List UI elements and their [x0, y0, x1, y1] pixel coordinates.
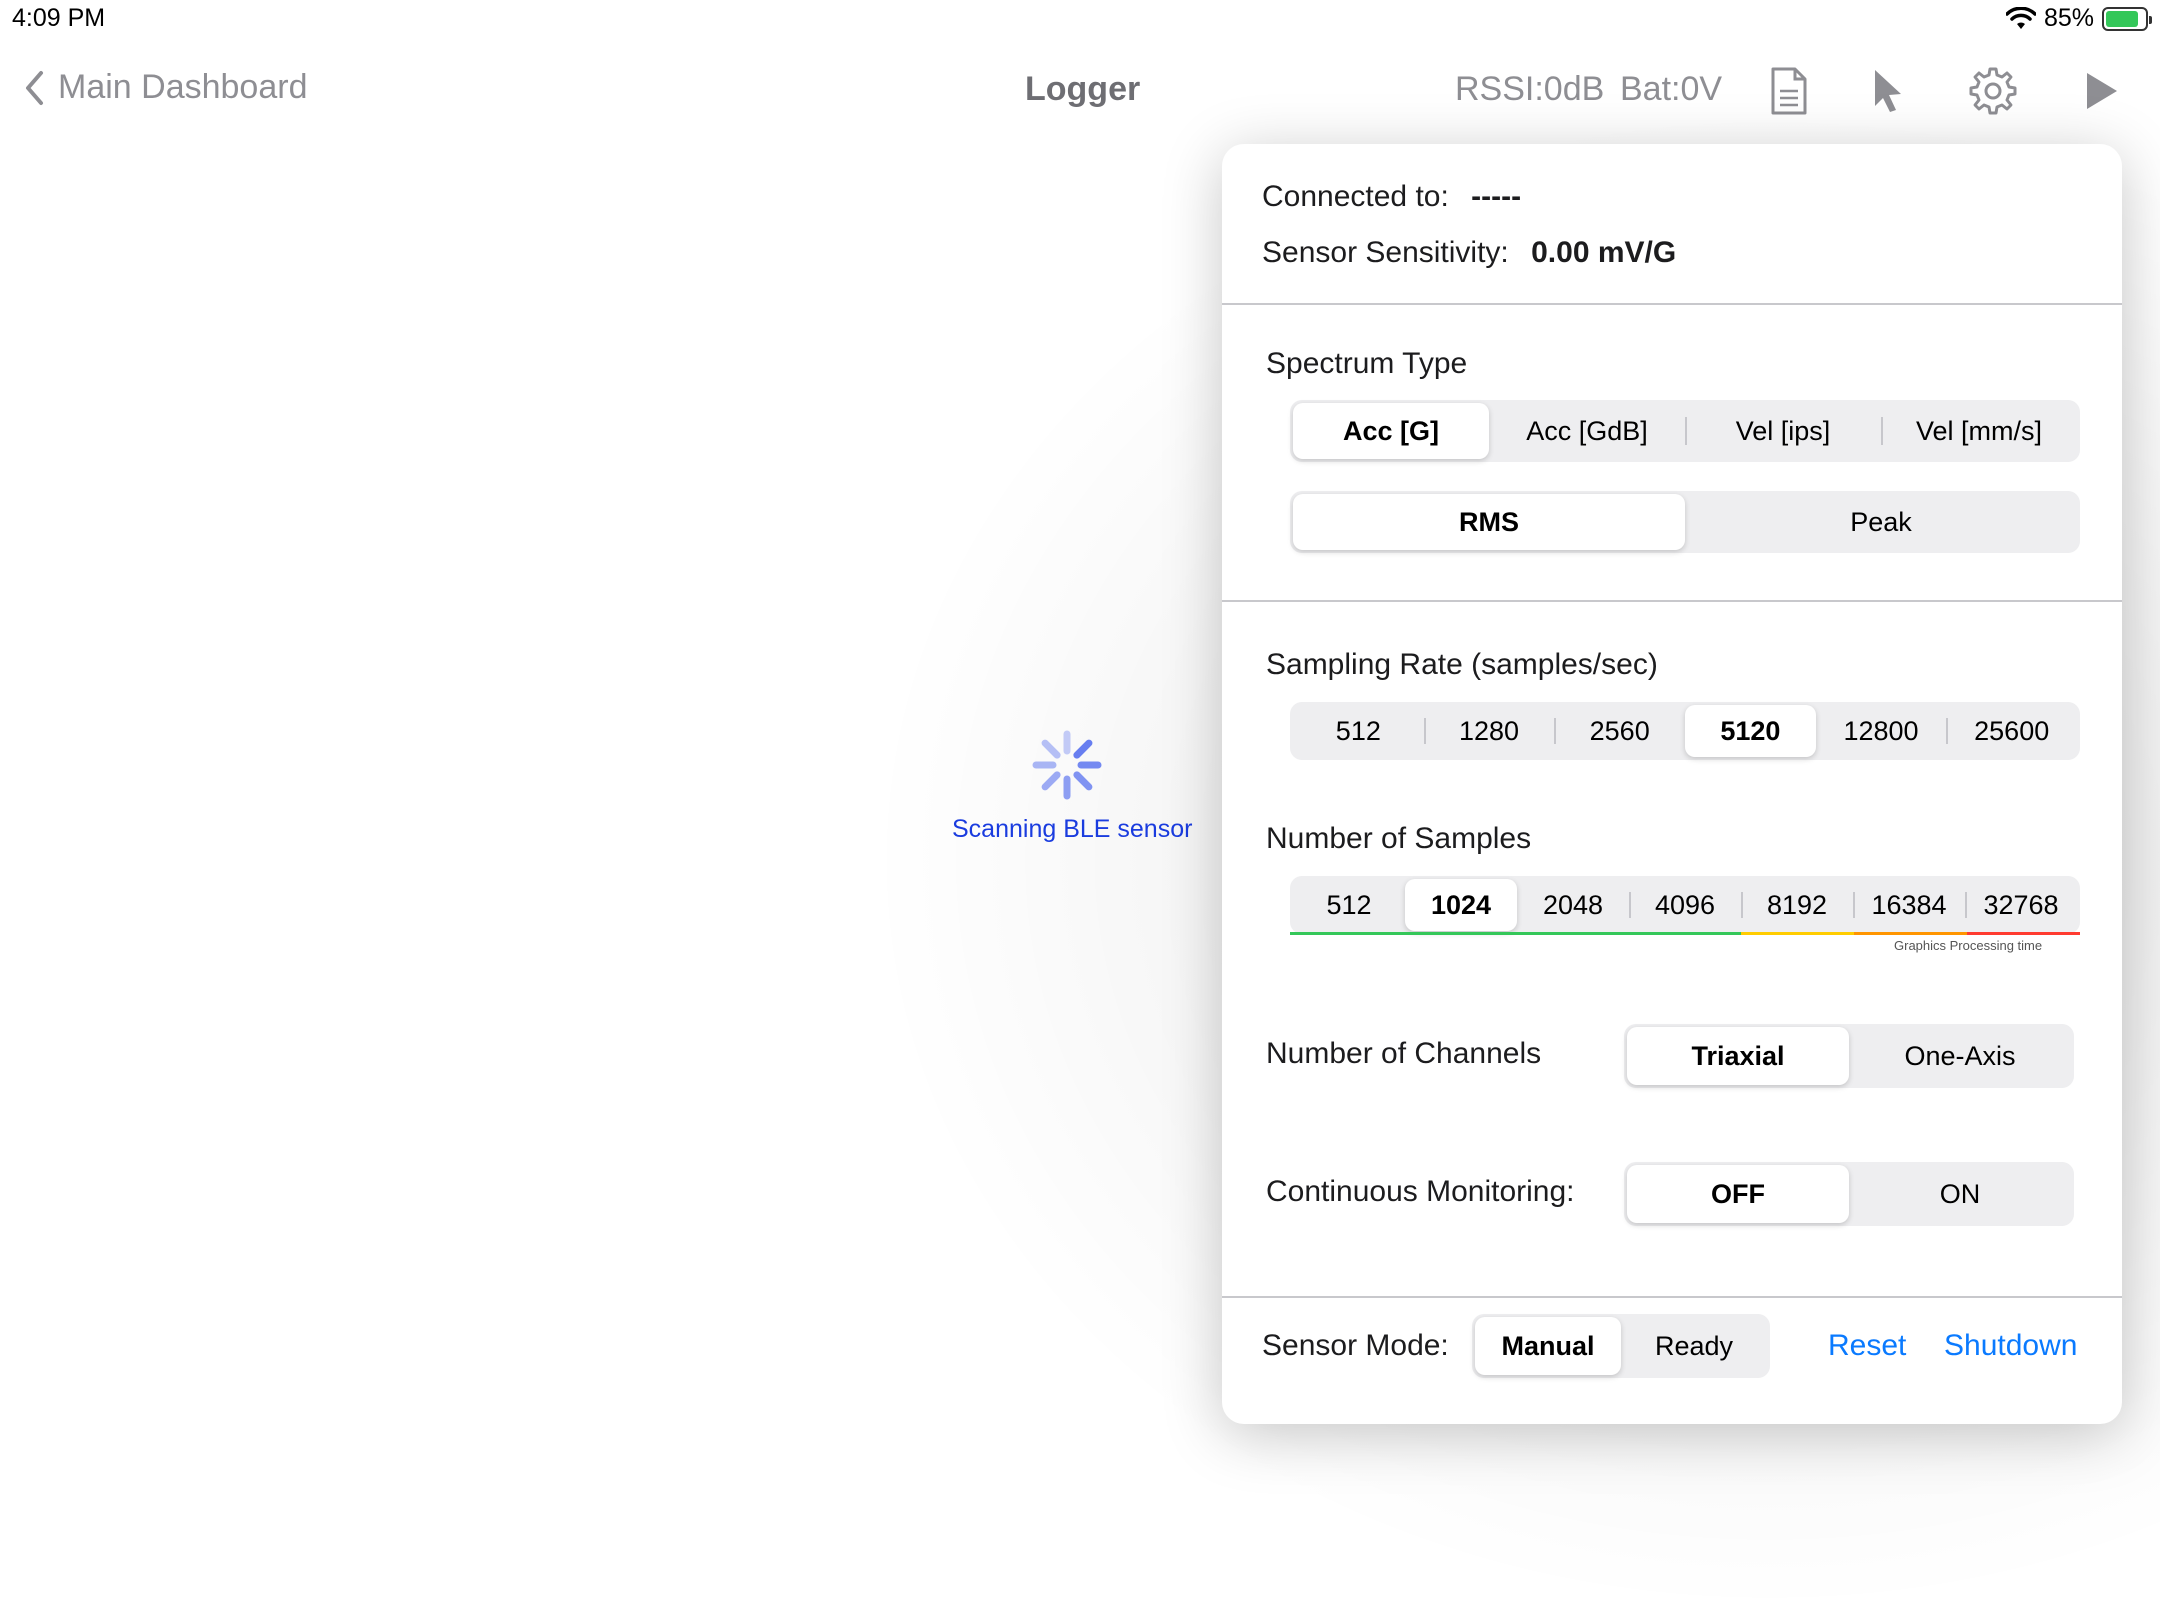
- reset-button[interactable]: Reset: [1828, 1329, 1906, 1363]
- connected-label: Connected to:: [1262, 180, 1449, 213]
- spectrum-type-option[interactable]: Acc [G]: [1293, 403, 1489, 459]
- amplitude-mode-option[interactable]: Peak: [1685, 494, 2077, 550]
- processing-time-segment: [1290, 932, 1742, 935]
- monitoring-option[interactable]: OFF: [1627, 1165, 1849, 1223]
- status-time: 4:09 PM: [12, 4, 106, 32]
- popover-arrow: [1970, 118, 2022, 146]
- samples-option[interactable]: 2048: [1517, 879, 1629, 931]
- spectrum-type-option[interactable]: Acc [GdB]: [1489, 403, 1685, 459]
- sampling-rate-control: 512 1280 2560 5120 12800 25600: [1290, 702, 2080, 760]
- sampling-rate-option[interactable]: 5120: [1685, 705, 1816, 757]
- number-of-samples-control: 512 1024 2048 4096 8192 16384 32768: [1290, 876, 2080, 934]
- spectrum-type-label: Spectrum Type: [1266, 347, 1468, 380]
- shutdown-button[interactable]: Shutdown: [1944, 1329, 2077, 1363]
- sensitivity-row: Sensor Sensitivity: 0.00 mV/G: [1262, 236, 1676, 270]
- continuous-monitoring-control: OFF ON: [1624, 1162, 2074, 1226]
- channels-control: Triaxial One-Axis: [1624, 1024, 2074, 1088]
- channels-label: Number of Channels: [1266, 1037, 1542, 1070]
- divider: [1222, 1296, 2122, 1298]
- samples-option[interactable]: 8192: [1741, 879, 1853, 931]
- divider: [1222, 600, 2122, 602]
- sensor-mode-label: Sensor Mode:: [1262, 1329, 1449, 1362]
- continuous-monitoring-label: Continuous Monitoring:: [1266, 1175, 1575, 1208]
- amplitude-mode-option[interactable]: RMS: [1293, 494, 1685, 550]
- processing-time-segment: [1854, 932, 1968, 935]
- sensitivity-value: 0.00 mV/G: [1531, 236, 1677, 269]
- settings-popover: Connected to: ----- Sensor Sensitivity: …: [1222, 144, 2122, 1424]
- monitoring-option[interactable]: ON: [1849, 1165, 2071, 1223]
- loading-spinner-icon: [1032, 730, 1102, 800]
- battery-icon: [2102, 6, 2152, 31]
- spectrum-type-option[interactable]: Vel [mm/s]: [1881, 403, 2077, 459]
- samples-option[interactable]: 4096: [1629, 879, 1741, 931]
- status-indicators: 85%: [2005, 4, 2152, 33]
- sensor-mode-option[interactable]: Ready: [1621, 1317, 1767, 1375]
- battery-percent: 85%: [2043, 4, 2094, 32]
- amplitude-mode-control: RMS Peak: [1290, 491, 2080, 553]
- chevron-left-icon: [26, 70, 43, 105]
- scan-status-label: Scanning BLE sensor: [952, 815, 1193, 843]
- processing-time-segment: [1967, 932, 2080, 935]
- samples-option[interactable]: 512: [1293, 879, 1405, 931]
- sampling-rate-label: Sampling Rate (samples/sec): [1266, 648, 1658, 681]
- back-button[interactable]: Main Dashboard: [24, 68, 307, 107]
- samples-option[interactable]: 16384: [1853, 879, 1965, 931]
- sampling-rate-option[interactable]: 25600: [1946, 705, 2077, 757]
- processing-time-note: Graphics Processing time: [1894, 938, 2043, 953]
- divider: [1222, 303, 2122, 305]
- back-label: Main Dashboard: [58, 68, 308, 106]
- spectrum-type-option[interactable]: Vel [ips]: [1685, 403, 1881, 459]
- sensor-mode-option[interactable]: Manual: [1475, 1317, 1621, 1375]
- connected-row: Connected to: -----: [1262, 180, 1521, 214]
- wifi-icon: [2005, 6, 2036, 29]
- processing-time-segment: [1741, 932, 1855, 935]
- sensitivity-label: Sensor Sensitivity:: [1262, 236, 1509, 269]
- connected-value: -----: [1471, 180, 1522, 213]
- channels-option[interactable]: One-Axis: [1849, 1027, 2071, 1085]
- spinner-spoke: [1073, 739, 1093, 759]
- sensor-mode-control: Manual Ready: [1472, 1314, 1770, 1378]
- spinner-spoke: [1041, 739, 1061, 759]
- sampling-rate-option[interactable]: 1280: [1423, 705, 1555, 757]
- spinner-spoke: [1073, 771, 1093, 791]
- samples-option[interactable]: 32768: [1965, 879, 2077, 931]
- sampling-rate-option[interactable]: 512: [1293, 705, 1424, 757]
- channels-option[interactable]: Triaxial: [1627, 1027, 1849, 1085]
- sampling-rate-option[interactable]: 12800: [1816, 705, 1947, 757]
- samples-option[interactable]: 1024: [1405, 879, 1517, 931]
- spectrum-type-control: Acc [G] Acc [GdB] Vel [ips] Vel [mm/s]: [1290, 400, 2080, 462]
- sampling-rate-option[interactable]: 2560: [1554, 705, 1685, 757]
- number-of-samples-label: Number of Samples: [1266, 822, 1532, 855]
- spinner-spoke: [1041, 771, 1061, 791]
